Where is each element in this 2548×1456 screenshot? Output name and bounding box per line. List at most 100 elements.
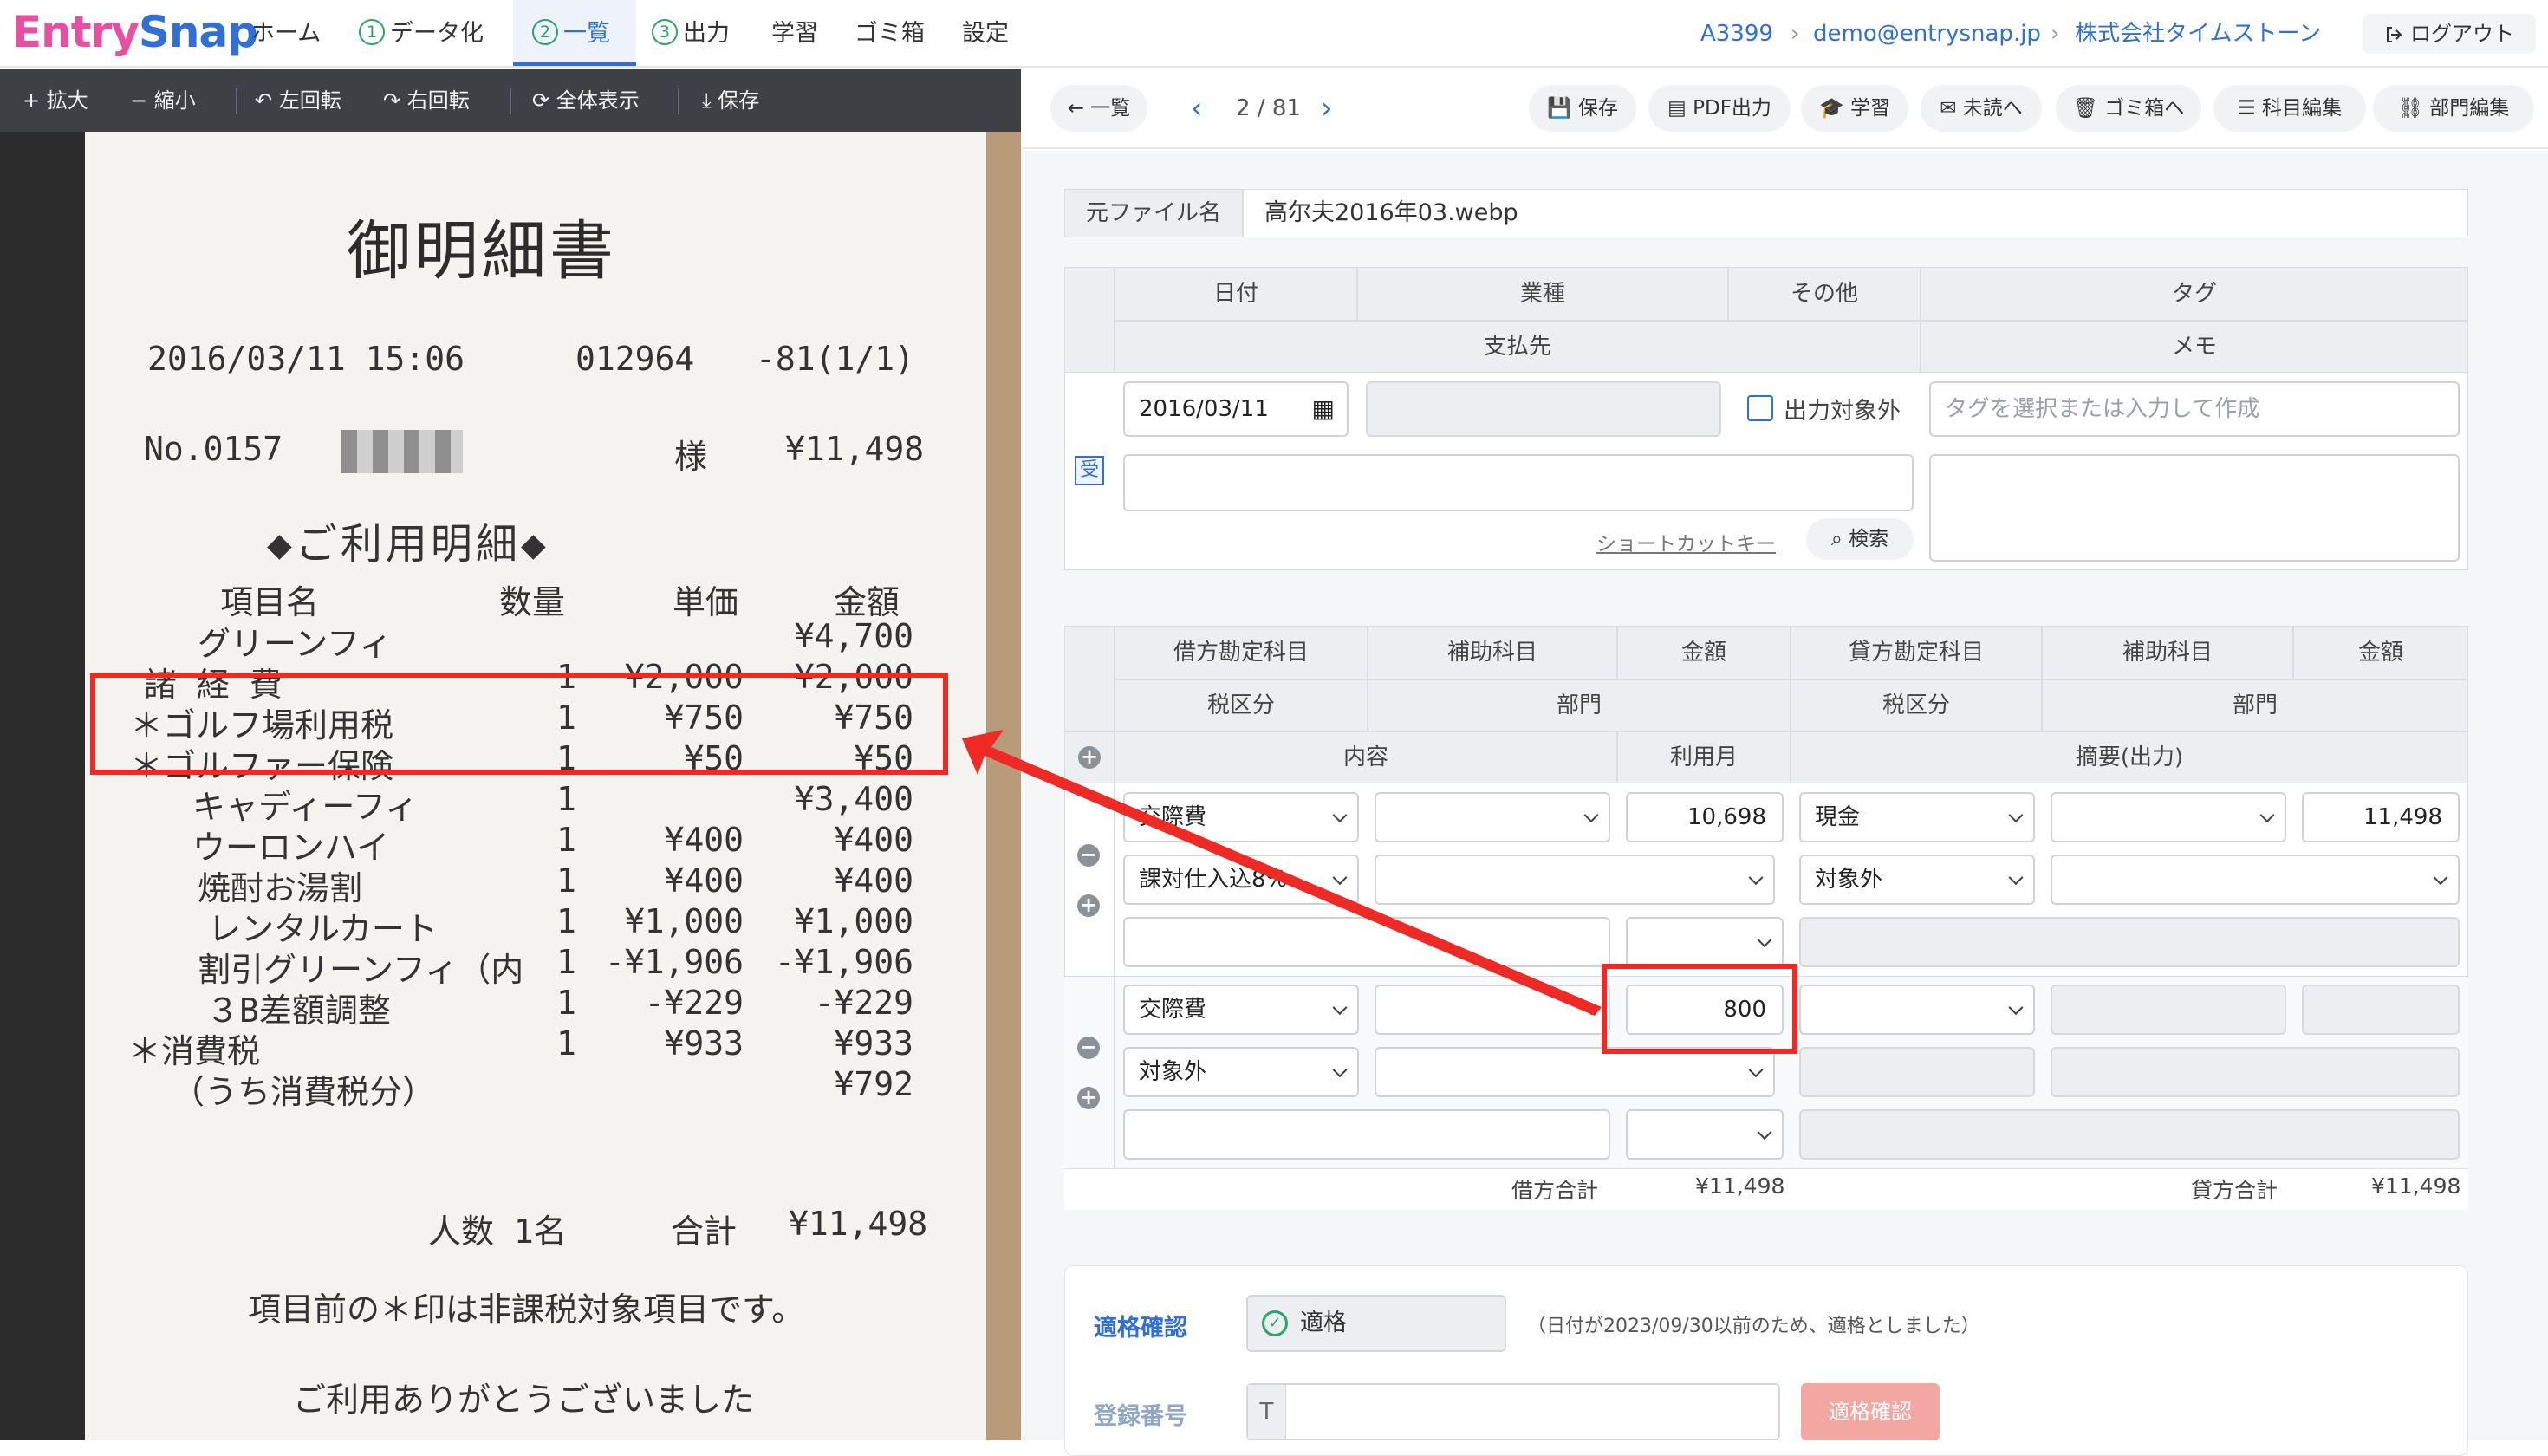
entry-1-summary[interactable] (1799, 917, 2460, 967)
entry-2-content[interactable] (1123, 1109, 1610, 1160)
payee-input[interactable] (1123, 454, 1914, 511)
shortcut-key-link[interactable]: ショートカットキー (1596, 527, 1776, 556)
back-to-list-button[interactable]: ← 一覧 (1050, 85, 1147, 132)
entry-1-debit-sub[interactable] (1375, 792, 1610, 842)
fit-view-button[interactable]: ⟳ 全体表示 (532, 69, 640, 132)
rotate-left-button[interactable]: ↶ 左回転 (255, 69, 341, 132)
entry-1-credit-tax[interactable]: 対象外 (1799, 855, 2035, 905)
nav-trash[interactable]: ゴミ箱 (855, 0, 925, 66)
entry-1-debit-amount[interactable]: 10,698 (1626, 792, 1784, 842)
rotate-right-button[interactable]: ↷ 右回転 (383, 69, 470, 132)
entry-1-debit-tax-value: 課対仕入込8% (1139, 867, 1288, 893)
rotate-left-icon: ↶ (255, 88, 279, 113)
entry-1-credit-account[interactable]: 現金 (1799, 792, 2035, 842)
nav-settings[interactable]: 設定 (962, 0, 1009, 66)
entry-1-credit-sub[interactable] (2051, 792, 2286, 842)
qualification-check-button[interactable]: 適格確認 (1801, 1383, 1940, 1440)
edit-departments-button[interactable]: ⛓ 部門編集 (2373, 85, 2534, 132)
move-to-trash-button[interactable]: 🗑 ゴミ箱へ (2056, 85, 2201, 132)
calendar-icon[interactable]: ▦ (1312, 383, 1335, 435)
memo-textarea[interactable] (1929, 454, 2460, 562)
entry-2-debit-tax[interactable]: 対象外 (1123, 1047, 1359, 1097)
date-value: 2016/03/11 (1139, 396, 1269, 422)
receipt-total-top: ¥11,498 (785, 430, 925, 468)
header-corner (1064, 267, 1115, 373)
search-button[interactable]: ⌕ 検索 (1806, 518, 1914, 560)
tag-input[interactable]: タグを選択または入力して作成 (1929, 381, 2460, 437)
search-label: 検索 (1849, 528, 1889, 550)
logout-button[interactable]: ログアウト (2363, 14, 2536, 54)
search-icon: ⌕ (1830, 528, 1849, 550)
receipt-viewer[interactable]: 御明細書 2016/03/11 15:06 012964 -81(1/1) No… (0, 132, 1021, 1440)
pdf-export-button[interactable]: ▤ PDF出力 (1648, 85, 1791, 132)
receipt-item-price: ¥400 (664, 861, 744, 900)
date-input[interactable]: 2016/03/11 ▦ (1123, 381, 1349, 437)
account-id[interactable]: A3399 (1700, 0, 1773, 66)
entry-1-credit-amount[interactable]: 11,498 (2302, 792, 2460, 842)
receipt-type-badge[interactable]: 受 (1075, 456, 1104, 485)
credit-total-value: ¥11,498 (2371, 1173, 2461, 1199)
mark-unread-button[interactable]: ✉ 未読へ (1921, 85, 2042, 132)
account-company[interactable]: 株式会社タイムストーン (2075, 0, 2321, 66)
entry-1-usage-month[interactable] (1626, 917, 1784, 967)
receipt-item-qty: 1 (556, 821, 576, 859)
chevron-down-icon (2259, 808, 2275, 823)
registration-number-input[interactable]: T (1246, 1383, 1780, 1440)
other-header: その他 (1728, 267, 1921, 321)
entry-1-debit-dept[interactable] (1375, 855, 1775, 905)
entrysnap-logo[interactable]: EntrySnap (12, 7, 258, 57)
add-entry-after-1-icon[interactable]: + (1077, 894, 1100, 917)
breadcrumb-separator: › (1791, 21, 1800, 47)
zoom-out-button[interactable]: − 縮小 (130, 69, 196, 132)
entry-2-credit-amount[interactable] (2302, 985, 2460, 1035)
exclude-output-checkbox[interactable] (1747, 395, 1773, 421)
entry-1-debit-tax[interactable]: 課対仕入込8% (1123, 855, 1359, 905)
remove-entry-1-icon[interactable]: − (1077, 844, 1100, 867)
receipt-header-qty: 数量 (499, 583, 566, 621)
toolbar-divider (678, 88, 679, 114)
entry-2-credit-tax[interactable] (1799, 1047, 2035, 1097)
next-page-button[interactable]: › (1321, 85, 1333, 132)
arrow-left-icon: ← (1067, 97, 1091, 120)
logout-icon (2387, 27, 2402, 42)
entry-2-summary[interactable] (1799, 1109, 2460, 1160)
entry-2-credit-dept[interactable] (2051, 1047, 2460, 1097)
entry-1-debit-account[interactable]: 交際費 (1123, 792, 1359, 842)
nav-output[interactable]: 3 出力 (652, 0, 730, 66)
receipt-item-qty: 1 (556, 780, 576, 818)
credit-tax-header: 税区分 (1791, 679, 2042, 731)
entry-2-usage-month[interactable] (1626, 1109, 1784, 1160)
blurred-name (341, 430, 463, 473)
nav-home[interactable]: ホーム (251, 0, 321, 66)
add-entry-top-icon[interactable]: + (1078, 746, 1101, 769)
nav-learn[interactable]: 学習 (771, 0, 818, 66)
entry-2-credit-account[interactable] (1799, 985, 2035, 1035)
add-entry-after-2-icon[interactable]: + (1077, 1087, 1100, 1109)
save-button[interactable]: 💾 保存 (1529, 85, 1636, 132)
journal-corner-2: + (1064, 731, 1115, 783)
zoom-in-button[interactable]: + 拡大 (23, 69, 88, 132)
receipt-code: 012964 (575, 340, 695, 378)
learn-button[interactable]: 🎓 学習 (1801, 85, 1908, 132)
viewer-save-button[interactable]: ⤓ 保存 (702, 69, 759, 132)
entry-2-debit-sub[interactable] (1375, 985, 1610, 1035)
account-email[interactable]: demo@entrysnap.jp (1813, 0, 2041, 66)
qualification-label: 適格確認 (1094, 1315, 1187, 1342)
entry-2-debit-dept[interactable] (1375, 1047, 1775, 1097)
entry-2-credit-sub[interactable] (2051, 985, 2286, 1035)
remove-entry-2-icon[interactable]: − (1077, 1037, 1100, 1059)
edit-subjects-button[interactable]: ☰ 科目編集 (2213, 85, 2366, 132)
prev-page-button[interactable]: ‹ (1191, 85, 1203, 132)
entry-2-debit-account[interactable]: 交際費 (1123, 985, 1359, 1035)
entry-1-content[interactable] (1123, 917, 1610, 967)
nav-list-label: 一覧 (563, 20, 610, 47)
fit-view-label: 全体表示 (556, 88, 640, 113)
chevron-down-icon (2008, 870, 2024, 886)
download-icon: ⤓ (702, 88, 718, 113)
detail-toolbar: ← 一覧 ‹ 2 / 81 › 💾 保存 ▤ PDF出力 🎓 学習 ✉ 未読へ … (1021, 69, 2548, 149)
nav-data[interactable]: 1 データ化 (359, 0, 484, 66)
top-navigation: EntrySnap ホーム 1 データ化 2 一覧 3 出力 学習 ゴミ箱 設定 A3… (0, 0, 2548, 68)
nav-list[interactable]: 2 一覧 (513, 0, 636, 66)
industry-select[interactable] (1366, 381, 1721, 437)
entry-1-credit-dept[interactable] (2051, 855, 2460, 905)
